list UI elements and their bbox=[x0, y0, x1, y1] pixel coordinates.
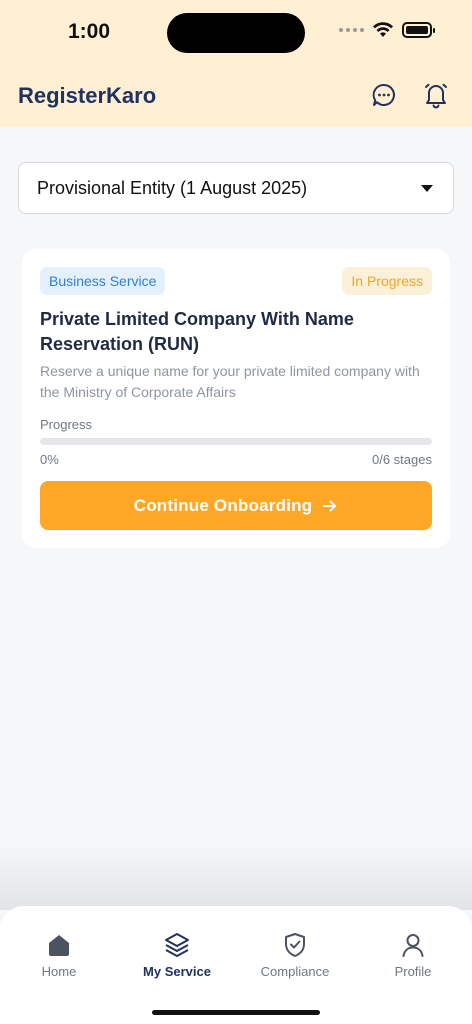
tab-profile-label: Profile bbox=[394, 964, 432, 979]
tab-my-service-label: My Service bbox=[143, 964, 211, 979]
tab-profile[interactable]: Profile bbox=[354, 932, 472, 986]
chat-button[interactable] bbox=[369, 80, 399, 110]
dynamic-island bbox=[167, 13, 305, 53]
signal-icon bbox=[339, 28, 364, 32]
status-badge: In Progress bbox=[342, 267, 432, 295]
progress-stages: 0/6 stages bbox=[372, 452, 432, 467]
chat-bubble-icon bbox=[372, 83, 395, 106]
person-icon bbox=[402, 934, 424, 957]
progress-percent: 0% bbox=[40, 452, 59, 467]
tab-home-label: Home bbox=[41, 964, 77, 979]
app-header: 1:00 RegisterKaro bbox=[0, 0, 472, 127]
status-icons bbox=[339, 22, 435, 38]
caret-down-icon bbox=[421, 184, 433, 192]
continue-onboarding-label: Continue Onboarding bbox=[133, 495, 313, 515]
bottom-tab-bar: Home My Service Compliance Profile bbox=[0, 906, 472, 1024]
battery-icon bbox=[402, 22, 435, 38]
service-title: Private Limited Company With Name Reserv… bbox=[40, 309, 354, 354]
category-badge: Business Service bbox=[40, 267, 166, 295]
continue-onboarding-button[interactable]: Continue Onboarding bbox=[40, 481, 432, 530]
service-description: Reserve a unique name for your private l… bbox=[40, 363, 420, 400]
tab-compliance[interactable]: Compliance bbox=[236, 932, 354, 986]
tab-my-service[interactable]: My Service bbox=[118, 932, 236, 986]
tabbar-shadow bbox=[0, 840, 472, 910]
home-icon bbox=[49, 935, 69, 956]
progress-label: Progress bbox=[40, 417, 93, 432]
notifications-button[interactable] bbox=[421, 80, 451, 110]
status-time: 1:00 bbox=[68, 20, 111, 43]
layers-icon bbox=[165, 933, 189, 957]
tab-compliance-label: Compliance bbox=[260, 964, 330, 979]
wifi-icon bbox=[373, 22, 393, 37]
home-indicator bbox=[152, 1010, 320, 1015]
arrow-right-icon bbox=[323, 500, 337, 511]
progress-bar bbox=[40, 438, 432, 445]
entity-dropdown-value: Provisional Entity (1 August 2025) bbox=[37, 177, 308, 198]
tab-home[interactable]: Home bbox=[0, 932, 118, 986]
service-card[interactable]: Business Service In Progress Private Lim… bbox=[22, 249, 450, 548]
bell-icon bbox=[425, 83, 447, 109]
entity-dropdown[interactable]: Provisional Entity (1 August 2025) bbox=[18, 162, 454, 214]
shield-check-icon bbox=[285, 933, 305, 957]
app-title: RegisterKaro bbox=[18, 83, 157, 108]
